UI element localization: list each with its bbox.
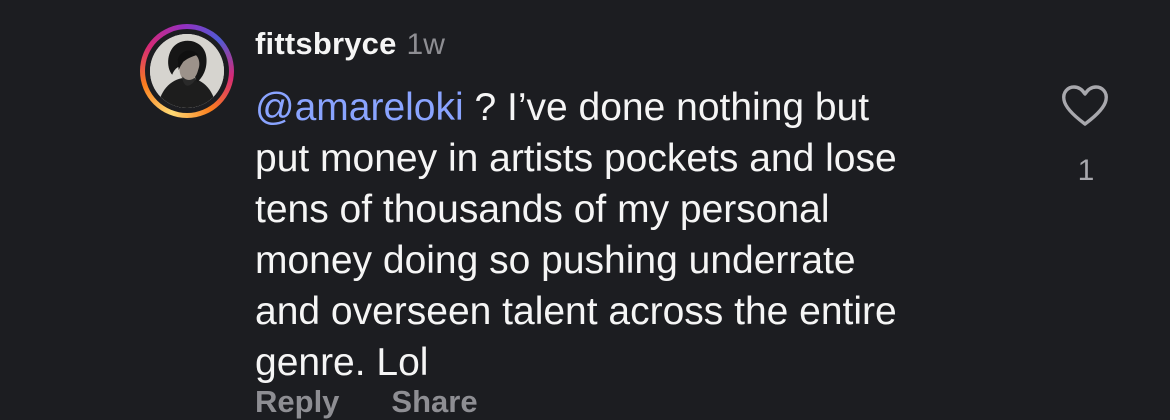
comment-line-4: money doing so pushing underrate bbox=[255, 239, 856, 282]
reply-button[interactable]: Reply bbox=[255, 384, 339, 420]
comment-header: fittsbryce 1w bbox=[255, 26, 445, 66]
like-count: 1 bbox=[1077, 154, 1095, 187]
heart-outline-icon[interactable] bbox=[1060, 84, 1110, 128]
username[interactable]: fittsbryce bbox=[255, 26, 397, 62]
like-area: 1 bbox=[1058, 84, 1114, 204]
avatar bbox=[150, 34, 224, 108]
avatar-ring-gap bbox=[145, 29, 229, 113]
timestamp: 1w bbox=[406, 28, 445, 61]
comment-line-3: tens of thousands of my personal bbox=[255, 188, 830, 231]
comment-line-5: and overseen talent across the entire bbox=[255, 290, 897, 333]
avatar-story-ring[interactable] bbox=[140, 24, 234, 118]
comment-text: @amareloki ? I’ve done nothing but put m… bbox=[255, 82, 1015, 388]
comment-line-6: genre. Lol bbox=[255, 341, 429, 384]
comment-actions: Reply Share bbox=[255, 384, 478, 420]
share-button[interactable]: Share bbox=[391, 384, 477, 420]
comment-line-2: put money in artists pockets and lose bbox=[255, 137, 897, 180]
comment-line-1-text: ? I’ve done nothing but bbox=[463, 86, 870, 129]
mention-link[interactable]: @amareloki bbox=[255, 86, 464, 129]
comment-item: fittsbryce 1w @amareloki ? I’ve done not… bbox=[0, 0, 1170, 419]
comment-line-1: @amareloki ? I’ve done nothing but bbox=[255, 82, 1015, 133]
